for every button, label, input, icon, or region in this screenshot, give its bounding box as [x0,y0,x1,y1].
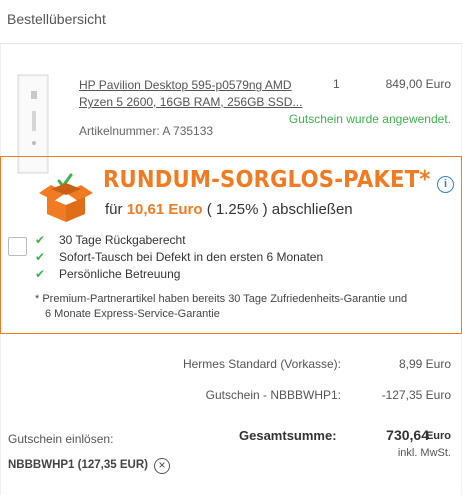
package-checkbox[interactable] [8,237,27,256]
page-title: Bestellübersicht [7,11,106,27]
shipping-value: 8,99 Euro [398,357,451,371]
check-icon: ✔ [35,266,46,281]
package-subtitle: für 10,61 Euro ( 1.25% ) abschließen [105,201,353,218]
product-row: HP Pavilion Desktop 595-p0579ng AMD Ryze… [0,44,462,174]
package-sub-prefix: für [105,201,123,218]
product-name-line2: Ryzen 5 2600, 16GB RAM, 256GB SSD... [79,95,303,109]
price-summary: Hermes Standard (Vorkasse): 8,99 Euro Gu… [0,334,462,495]
voucher-applied-status: Gutschein wurde angewendet. [288,112,451,126]
discount-label: Gutschein - NBBBWHP1: [205,388,341,402]
package-box-icon [39,173,93,222]
shipping-label: Hermes Standard (Vorkasse): [182,357,341,371]
product-name-line1: HP Pavilion Desktop 595-p0579ng AMD [79,78,292,92]
article-number: Artikelnummer: A 735133 [79,124,214,138]
package-sub-suffix: abschließen [271,201,353,218]
total-tax-note: inkl. MwSt. [397,447,451,459]
benefit-list: ✔ 30 Tage Rückgaberecht ✔ Sofort-Tausch be… [35,231,323,282]
benefit-text: Persönliche Betreuung [59,266,181,281]
package-title: RUNDUM-SORGLOS-PAKET* [103,167,431,193]
package-price: 10,61 Euro [126,201,203,218]
voucher-label: Gutschein einlösen: [8,432,114,446]
benefit-item: ✔ 30 Tage Rückgaberecht [35,231,323,248]
benefit-item: ✔ Sofort-Tausch bei Defekt in den ersten … [35,248,323,265]
product-price: 849,00 Euro [385,77,451,91]
package-footnote: * Premium-Partnerartikel haben bereits 3… [35,292,408,322]
total-value: 730,64 [386,427,429,443]
product-quantity: 1 [333,77,340,91]
footnote-line2: 6 Monate Express-Service-Garantie [45,308,220,320]
package-percent: ( 1.25% ) [206,201,268,218]
total-label: Gesamtsumme: [239,428,337,443]
check-icon: ✔ [35,249,46,264]
benefit-text: 30 Tage Rückgaberecht [59,232,186,247]
benefit-item: ✔ Persönliche Betreuung [35,265,323,282]
total-currency: Euro [425,430,451,442]
footnote-line1: * Premium-Partnerartikel haben bereits 3… [35,293,408,305]
order-summary-header: Bestellübersicht [0,0,462,44]
check-icon: ✔ [35,232,46,247]
product-name-link[interactable]: HP Pavilion Desktop 595-p0579ng AMD Ryze… [79,77,319,111]
care-package-offer: RUNDUM-SORGLOS-PAKET* für 10,61 Euro ( 1… [0,156,462,334]
close-circle-icon[interactable]: × [154,458,170,474]
voucher-code: NBBBWHP1 (127,35 EUR) [8,459,148,471]
info-icon[interactable]: i [437,176,454,193]
discount-value: -127,35 Euro [381,388,451,402]
benefit-text: Sofort-Tausch bei Defekt in den ersten 6… [59,249,324,264]
